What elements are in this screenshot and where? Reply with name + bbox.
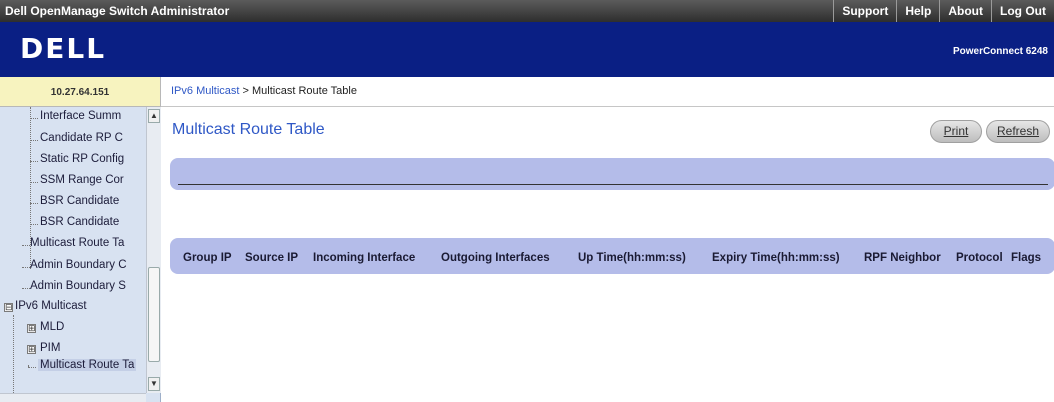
- breadcrumb-separator: >: [239, 85, 253, 97]
- tree-connector: [22, 267, 30, 268]
- expand-icon[interactable]: ⊞: [27, 324, 36, 333]
- expand-icon[interactable]: ⊞: [27, 345, 36, 354]
- tree-item-interface-summary[interactable]: Interface Summ: [40, 110, 121, 122]
- tree-item-candidate-rp[interactable]: Candidate RP C: [40, 132, 123, 144]
- tree-horizontal-scrollbar[interactable]: [0, 393, 146, 402]
- scroll-down-icon[interactable]: ▼: [148, 377, 160, 391]
- nav-tree: Interface Summ Candidate RP C Static RP …: [0, 107, 161, 402]
- scroll-thumb[interactable]: [148, 267, 160, 362]
- breadcrumb: IPv6 Multicast > Multicast Route Table: [161, 77, 1054, 107]
- tree-guide-line: [13, 315, 14, 395]
- page-title: Multicast Route Table: [172, 121, 325, 138]
- brand-banner: DELL PowerConnect 6248: [0, 22, 1054, 77]
- tree-connector: [22, 288, 30, 289]
- breadcrumb-current: Multicast Route Table: [252, 85, 357, 97]
- tree-connector: [22, 245, 30, 246]
- top-bar: Dell OpenManage Switch Administrator Sup…: [0, 0, 1054, 22]
- column-group-ip: Group IP: [183, 252, 232, 264]
- column-flags: Flags: [1011, 252, 1042, 264]
- dell-logo: DELL: [20, 32, 107, 65]
- scroll-up-icon[interactable]: ▲: [148, 109, 160, 123]
- tree-connector: [30, 203, 38, 204]
- tree-connector: [30, 224, 38, 225]
- divider: [178, 184, 1048, 185]
- column-source-ip: Source IP: [245, 252, 299, 264]
- tree-connector: [28, 367, 36, 368]
- tree-item-ssm-range[interactable]: SSM Range Cor: [40, 174, 124, 186]
- device-model: PowerConnect 6248: [952, 46, 1048, 57]
- device-ip: 10.27.64.151: [0, 77, 161, 107]
- route-table-header: Group IP Source IP Incoming Interface Ou…: [170, 238, 1054, 274]
- tree-item-bsr-candidate-2[interactable]: BSR Candidate: [40, 216, 119, 228]
- column-protocol: Protocol: [956, 252, 1003, 264]
- tree-item-ipv6-multicast[interactable]: IPv6 Multicast: [15, 300, 87, 312]
- tree-item-mld[interactable]: MLD: [40, 321, 64, 333]
- column-up-time: Up Time(hh:mm:ss): [578, 252, 686, 264]
- tree-connector: [30, 182, 38, 183]
- column-expiry-time: Expiry Time(hh:mm:ss): [712, 252, 840, 264]
- top-nav: Support Help About Log Out: [833, 0, 1054, 22]
- tree-connector: [30, 118, 38, 119]
- tree-item-admin-boundary-config[interactable]: Admin Boundary C: [30, 259, 127, 271]
- column-rpf-neighbor: RPF Neighbor: [864, 252, 941, 264]
- tree-item-ipv6-multicast-route-table[interactable]: Multicast Route Ta: [38, 359, 137, 371]
- info-panel: [170, 158, 1054, 190]
- app-title: Dell OpenManage Switch Administrator: [5, 4, 230, 18]
- column-outgoing-interfaces: Outgoing Interfaces: [441, 252, 550, 264]
- tree-connector: [30, 161, 38, 162]
- about-link[interactable]: About: [939, 0, 991, 22]
- tree-connector: [30, 140, 38, 141]
- tree-item-bsr-candidate-1[interactable]: BSR Candidate: [40, 195, 119, 207]
- print-button[interactable]: Print: [930, 120, 982, 143]
- tree-item-pim[interactable]: PIM: [40, 342, 60, 354]
- tree-item-multicast-route-table[interactable]: Multicast Route Ta: [30, 237, 124, 249]
- breadcrumb-parent-link[interactable]: IPv6 Multicast: [171, 85, 239, 97]
- help-link[interactable]: Help: [896, 0, 939, 22]
- support-link[interactable]: Support: [833, 0, 896, 22]
- tree-item-static-rp-config[interactable]: Static RP Config: [40, 153, 124, 165]
- refresh-button[interactable]: Refresh: [986, 120, 1050, 143]
- tree-vertical-scrollbar[interactable]: ▲ ▼: [146, 107, 161, 393]
- tree-item-admin-boundary-summary[interactable]: Admin Boundary S: [30, 280, 126, 292]
- logout-link[interactable]: Log Out: [991, 0, 1054, 22]
- column-incoming-interface: Incoming Interface: [313, 252, 416, 264]
- collapse-icon[interactable]: ⊟: [4, 303, 13, 312]
